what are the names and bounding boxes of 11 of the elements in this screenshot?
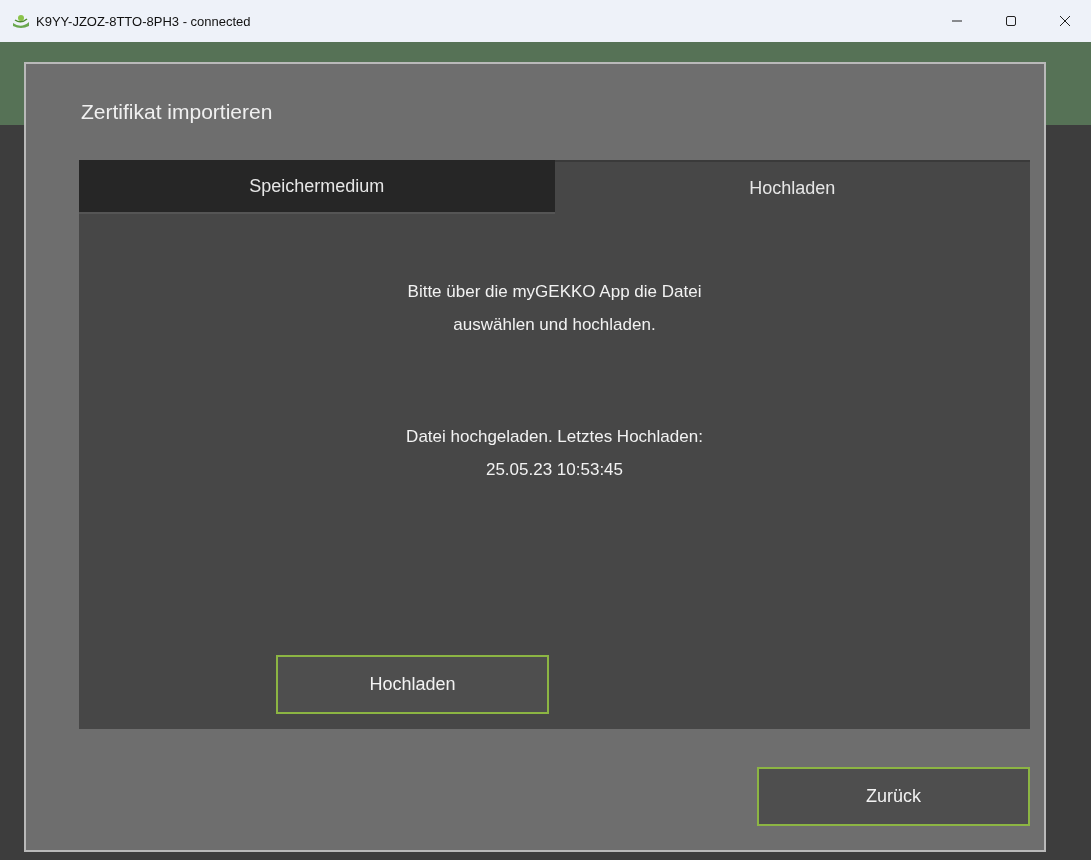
dialog-title: Zertifikat importieren xyxy=(81,100,274,125)
message-text: Bitte über die myGEKKO App die Datei xyxy=(407,282,702,302)
message-text: 25.05.23 10:53:45 xyxy=(485,460,624,480)
tab[interactable]: Hochladen xyxy=(554,160,1030,214)
message-text: auswählen und hochladen. xyxy=(453,315,656,335)
back-button[interactable]: Zurück xyxy=(757,767,1030,826)
app-logo-icon xyxy=(12,13,30,29)
upload-button[interactable]: Hochladen xyxy=(276,655,549,714)
message-text: Datei hochgeladen. Letztes Hochladen: xyxy=(406,427,703,447)
tab[interactable]: Speichermedium xyxy=(79,160,555,214)
window-title: K9YY-JZOZ-8TTO-8PH3 - connected xyxy=(36,13,252,29)
